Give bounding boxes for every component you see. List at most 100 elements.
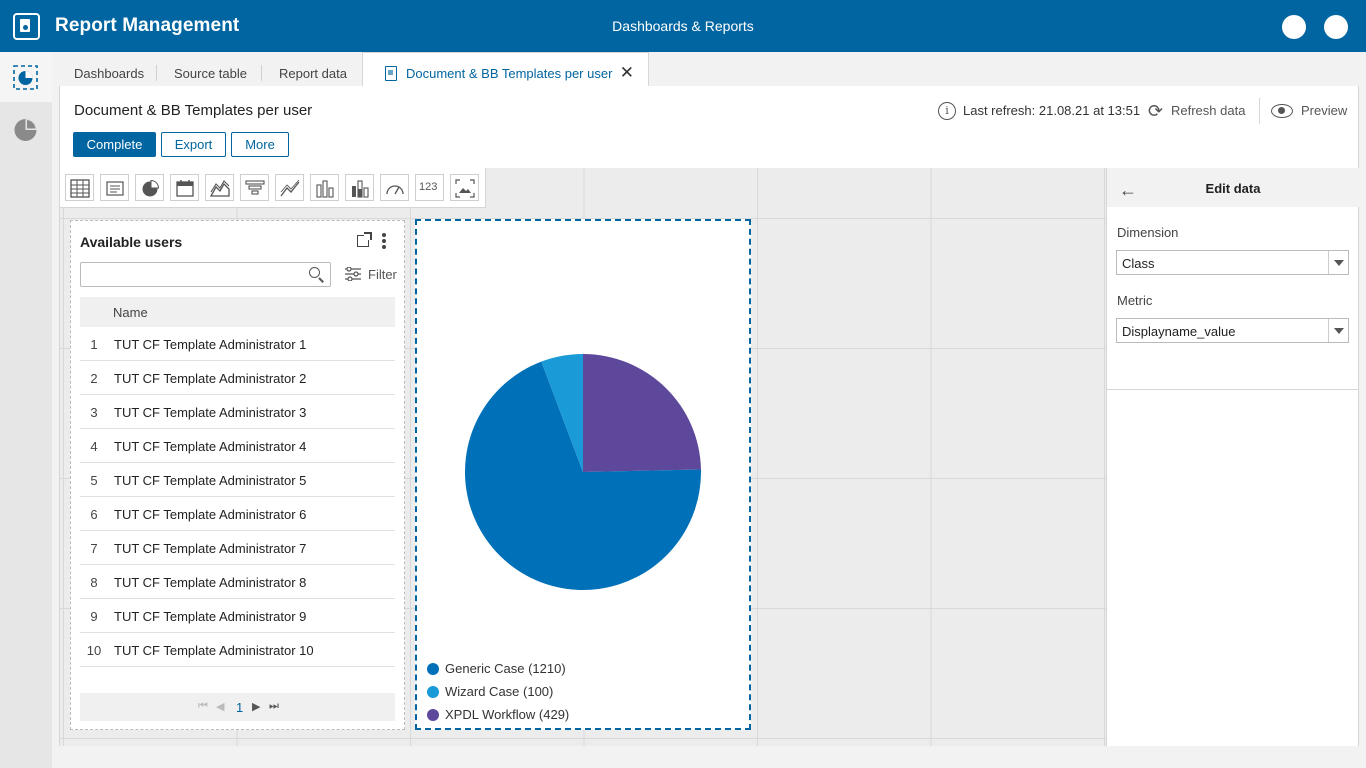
table-row[interactable]: 10 TUT CF Template Administrator 10: [80, 633, 395, 667]
tab-source-table[interactable]: Source table: [174, 52, 247, 86]
column-header-name[interactable]: Name: [113, 305, 148, 320]
number-icon-label: 123: [419, 181, 438, 193]
user-avatar[interactable]: [1282, 15, 1306, 39]
tab-document-templates[interactable]: Document & BB Templates per user ✕: [362, 52, 649, 86]
preview-button[interactable]: Preview: [1301, 103, 1347, 118]
metric-select[interactable]: Displayname_value: [1116, 318, 1349, 343]
dimension-select[interactable]: Class: [1116, 250, 1349, 275]
tab-divider: [156, 65, 157, 81]
legend-item[interactable]: Wizard Case (100): [427, 684, 569, 707]
dimension-value: Class: [1122, 256, 1155, 271]
dimension-label: Dimension: [1117, 225, 1179, 240]
last-page-icon[interactable]: ⏭: [269, 700, 279, 713]
top-bar: Report Management Dashboards & Reports: [0, 0, 1366, 52]
app-menu-button[interactable]: [1324, 15, 1348, 39]
row-number: 8: [90, 575, 98, 590]
sidebar-item-dashboards[interactable]: [0, 52, 52, 102]
row-number: 9: [90, 609, 98, 624]
search-icon[interactable]: [309, 267, 320, 278]
export-button[interactable]: Export: [161, 132, 226, 157]
report-header: Document & BB Templates per user Complet…: [59, 86, 1359, 168]
row-number: 3: [90, 405, 98, 420]
page-title: Document & BB Templates per user: [74, 102, 313, 119]
tab-bar: Dashboards Source table Report data Docu…: [52, 52, 1366, 86]
user-name: TUT CF Template Administrator 10: [114, 643, 314, 658]
area-chart-icon[interactable]: [205, 174, 234, 201]
table-row[interactable]: 2 TUT CF Template Administrator 2: [80, 361, 395, 395]
edit-data-panel: ← Edit data Dimension Class Metric Displ…: [1106, 168, 1359, 746]
refresh-data-button[interactable]: Refresh data: [1171, 103, 1245, 118]
legend-label: Wizard Case (100): [445, 684, 554, 699]
row-number: 4: [90, 439, 98, 454]
table-row[interactable]: 5 TUT CF Template Administrator 5: [80, 463, 395, 497]
pie-chart-widget[interactable]: Generic Case (1210) Wizard Case (100) XP…: [415, 219, 751, 730]
tab-divider: [261, 65, 262, 81]
user-name: TUT CF Template Administrator 7: [114, 541, 307, 556]
section-title: Dashboards & Reports: [612, 18, 754, 34]
tab-report-data[interactable]: Report data: [279, 52, 347, 86]
row-number: 7: [90, 541, 98, 556]
prev-page-icon[interactable]: ◀: [216, 700, 224, 713]
bar-chart-icon[interactable]: [310, 174, 339, 201]
table-row[interactable]: 8 TUT CF Template Administrator 8: [80, 565, 395, 599]
table-row[interactable]: 1 TUT CF Template Administrator 1: [80, 327, 395, 361]
left-sidebar: [0, 52, 52, 768]
legend-item[interactable]: Generic Case (1210): [427, 661, 569, 684]
chevron-down-icon[interactable]: [1328, 319, 1348, 342]
eye-icon[interactable]: [1271, 104, 1293, 118]
open-external-icon[interactable]: [357, 232, 372, 247]
line-chart-icon[interactable]: [275, 174, 304, 201]
pie-chart-icon: [14, 119, 37, 141]
row-number: 10: [86, 643, 102, 658]
stacked-bar-icon[interactable]: [345, 174, 374, 201]
user-name: TUT CF Template Administrator 2: [114, 371, 307, 386]
legend-dot: [427, 663, 439, 675]
legend-label: XPDL Workflow (429): [445, 707, 570, 722]
image-icon[interactable]: [450, 174, 479, 201]
legend-item[interactable]: XPDL Workflow (429): [427, 707, 569, 730]
list-icon[interactable]: [100, 174, 129, 201]
tab-label: Document & BB Templates per user: [406, 66, 613, 81]
info-icon: i: [938, 102, 956, 120]
tab-dashboards[interactable]: Dashboards: [74, 52, 144, 86]
user-name: TUT CF Template Administrator 5: [114, 473, 307, 488]
table-row[interactable]: 6 TUT CF Template Administrator 6: [80, 497, 395, 531]
gauge-icon[interactable]: [380, 174, 409, 201]
sidebar-item-reports[interactable]: [0, 104, 52, 154]
panel-title: Edit data: [1205, 181, 1261, 196]
search-input[interactable]: [80, 262, 331, 287]
table-row[interactable]: 3 TUT CF Template Administrator 3: [80, 395, 395, 429]
refresh-icon[interactable]: ⟳: [1148, 101, 1163, 122]
pie-slice[interactable]: [583, 354, 701, 472]
user-name: TUT CF Template Administrator 3: [114, 405, 307, 420]
users-table: 1 TUT CF Template Administrator 1 2 TUT CF…: [80, 327, 395, 667]
user-name: TUT CF Template Administrator 8: [114, 575, 307, 590]
table-row[interactable]: 7 TUT CF Template Administrator 7: [80, 531, 395, 565]
complete-button[interactable]: Complete: [73, 132, 156, 157]
more-options-icon[interactable]: [382, 233, 386, 249]
more-button[interactable]: More: [231, 132, 289, 157]
funnel-icon[interactable]: [240, 174, 269, 201]
legend-dot: [427, 709, 439, 721]
filter-button[interactable]: Filter: [368, 267, 397, 282]
pie-chart-icon[interactable]: [135, 174, 164, 201]
calendar-icon[interactable]: [170, 174, 199, 201]
table-header: Name: [80, 297, 395, 327]
user-name: TUT CF Template Administrator 4: [114, 439, 307, 454]
row-number: 5: [90, 473, 98, 488]
available-users-widget[interactable]: Available users Filter Name 1 TUT CF Temp…: [70, 220, 405, 730]
header-divider: [1259, 98, 1260, 124]
panel-divider: [1107, 389, 1359, 390]
row-number: 1: [90, 337, 98, 352]
table-row[interactable]: 4 TUT CF Template Administrator 4: [80, 429, 395, 463]
table-row[interactable]: 9 TUT CF Template Administrator 9: [80, 599, 395, 633]
table-icon[interactable]: [65, 174, 94, 201]
close-icon[interactable]: ✕: [620, 63, 634, 83]
metric-value: Displayname_value: [1122, 324, 1236, 339]
current-page[interactable]: 1: [236, 700, 243, 715]
chevron-down-icon[interactable]: [1328, 251, 1348, 274]
number-icon[interactable]: 123: [415, 174, 444, 201]
filter-icon[interactable]: [345, 267, 361, 281]
first-page-icon[interactable]: ⏮: [198, 700, 208, 713]
next-page-icon[interactable]: ▶: [252, 700, 260, 713]
